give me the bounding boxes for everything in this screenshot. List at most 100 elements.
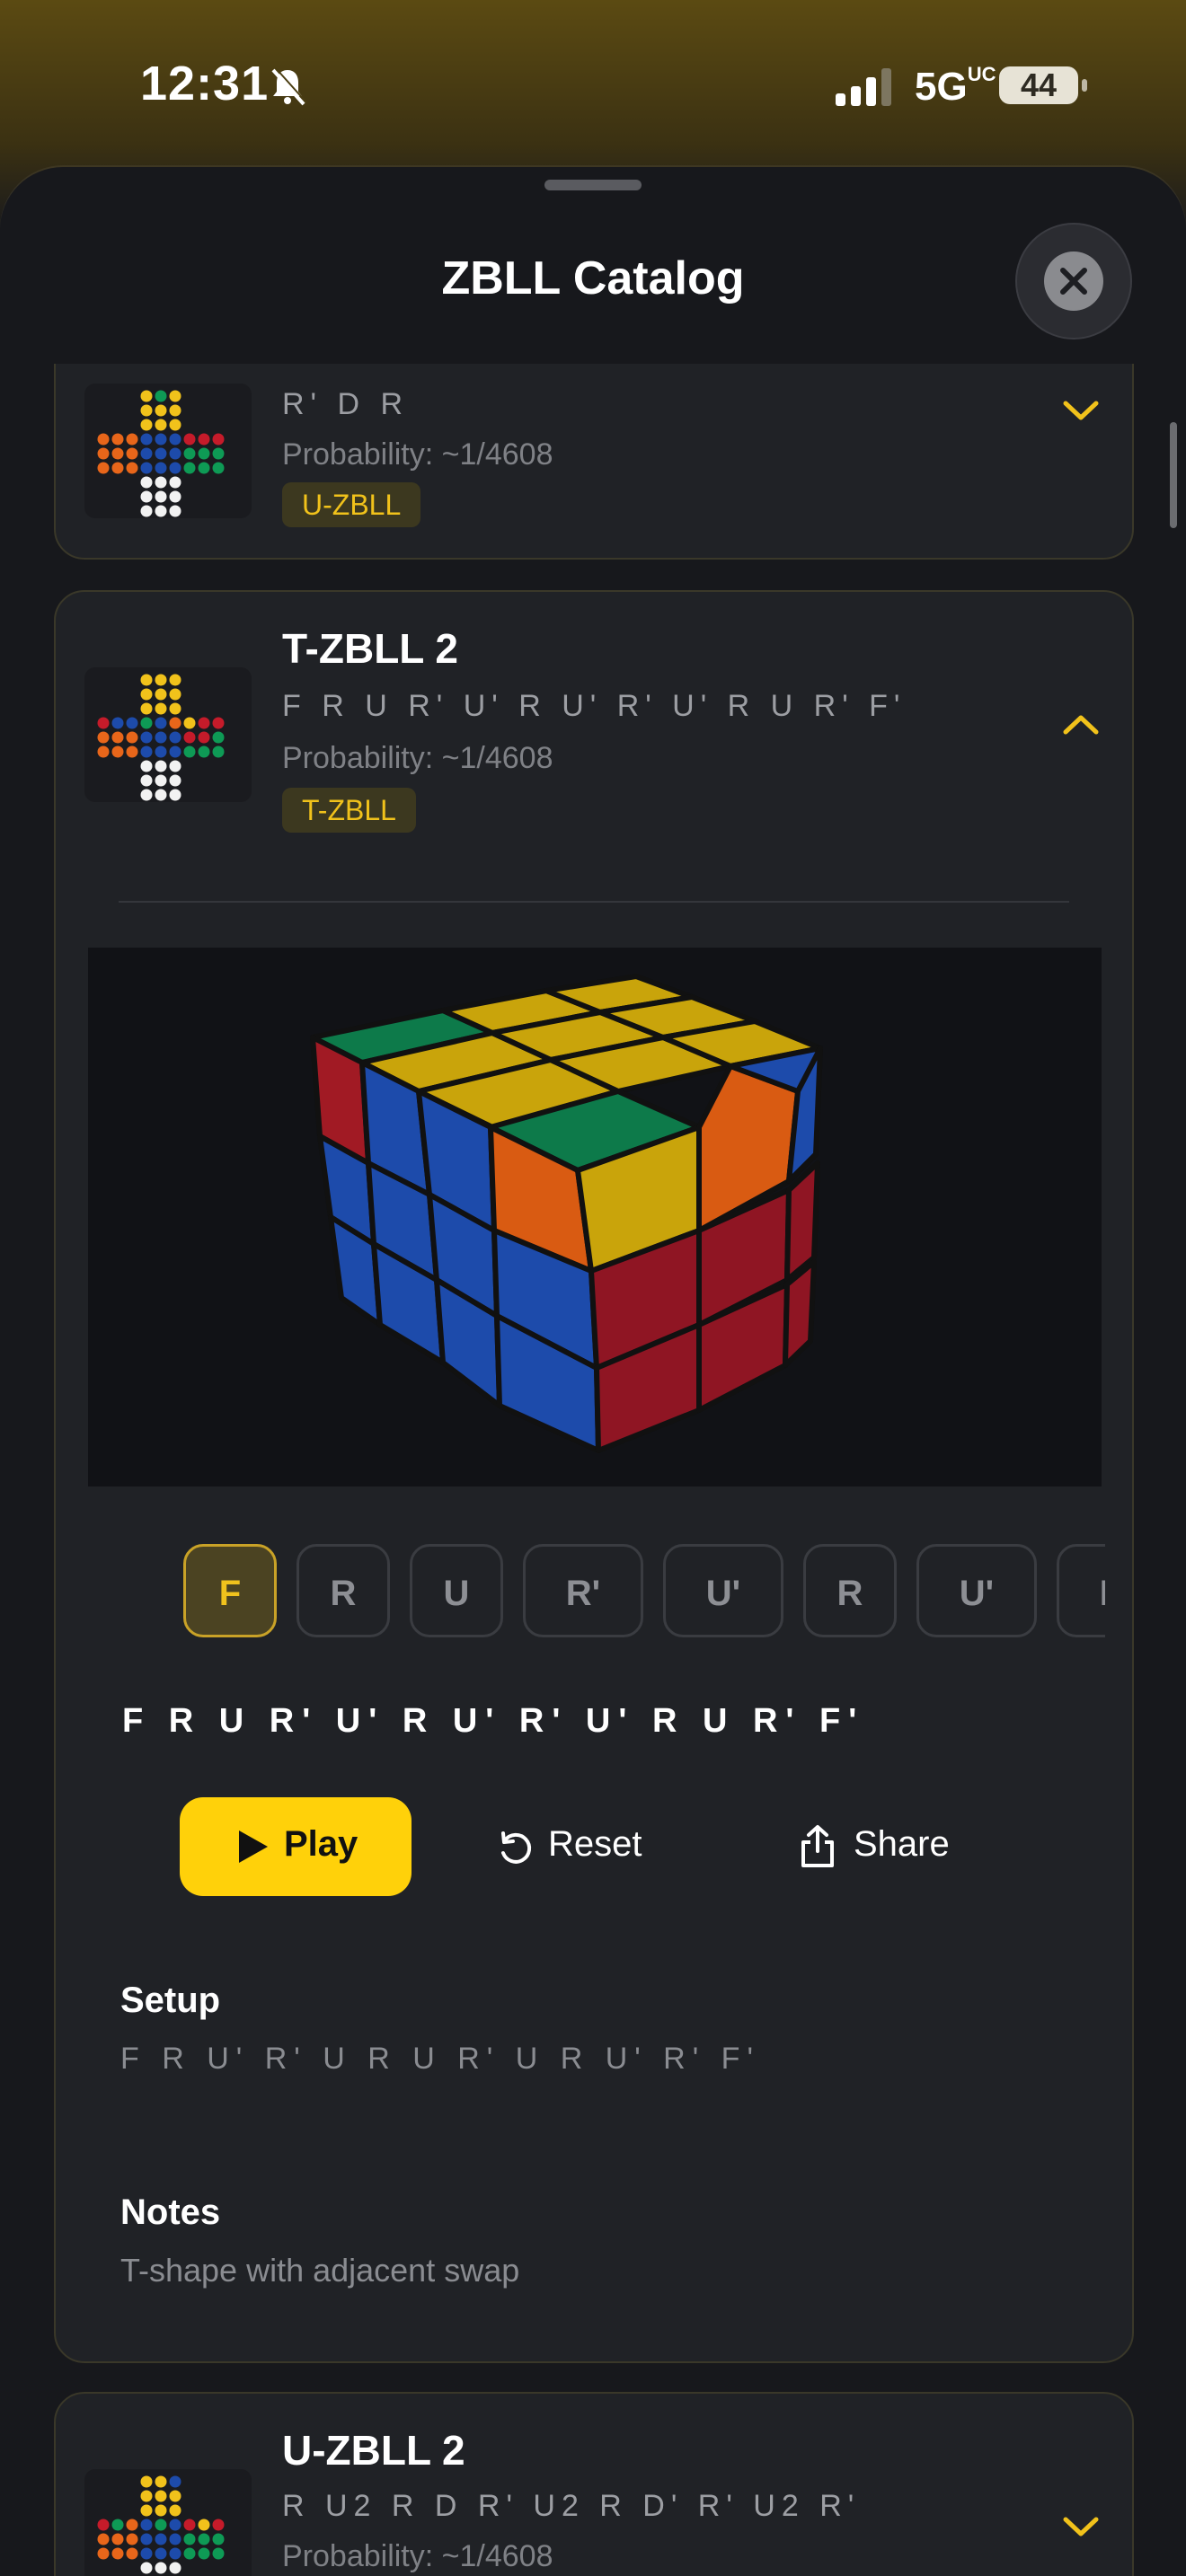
net-sticker [155, 674, 167, 686]
net-sticker [212, 717, 225, 729]
scrollbar[interactable] [1170, 422, 1177, 528]
net-sticker [126, 2533, 138, 2545]
net-sticker [97, 717, 110, 729]
net-sticker [169, 2504, 181, 2517]
net-sticker [169, 674, 181, 686]
move-chip[interactable]: U' [916, 1544, 1037, 1637]
net-sticker [169, 2533, 181, 2545]
net-sticker [198, 462, 210, 474]
net-sticker [155, 2533, 167, 2545]
net-sticker [155, 702, 167, 715]
net-sticker [155, 505, 167, 517]
net-sticker [140, 462, 153, 474]
net-sticker [111, 462, 124, 474]
net-sticker [169, 505, 181, 517]
net-sticker [155, 745, 167, 758]
case-card-t-zbll-2[interactable]: T-ZBLL 2 F R U R' U' R U' R' U' R U R' F… [54, 590, 1134, 2363]
net-sticker [140, 2562, 153, 2574]
play-label: Play [284, 1824, 358, 1864]
net-sticker [198, 433, 210, 446]
net-sticker [111, 717, 124, 729]
chevron-up-icon[interactable] [1058, 710, 1103, 737]
net-sticker [155, 390, 167, 402]
setup-algorithm: F R U' R' U R U R' U R U' R' F' [120, 2042, 760, 2076]
net-sticker [126, 745, 138, 758]
share-button[interactable]: Share [798, 1797, 978, 1896]
chevron-down-icon[interactable] [1058, 398, 1103, 425]
net-sticker [212, 2533, 225, 2545]
chevron-down-icon[interactable] [1058, 2514, 1103, 2541]
move-chip[interactable]: F [183, 1544, 277, 1637]
case-tag: T-ZBLL [282, 788, 416, 833]
case-card-u-zbll-2[interactable]: U-ZBLL 2 R U2 R D R' U2 R D' R' U2 R' Pr… [54, 2392, 1134, 2576]
net-sticker [183, 745, 196, 758]
net-sticker [212, 2519, 225, 2531]
move-chip[interactable]: R' [523, 1544, 643, 1637]
net-sticker [169, 760, 181, 772]
case-card-u-zbll-1[interactable]: R' D R Probability: ~1/4608 U-ZBLL [54, 364, 1134, 560]
move-chip[interactable]: U' [663, 1544, 783, 1637]
share-icon [801, 1825, 834, 1867]
net-sticker [169, 717, 181, 729]
net-sticker [198, 2533, 210, 2545]
move-chip[interactable]: U [410, 1544, 503, 1637]
case-probability: Probability: ~1/4608 [282, 2539, 553, 2573]
sheet-grabber[interactable] [544, 180, 642, 190]
net-sticker [155, 2504, 167, 2517]
net-sticker [97, 2533, 110, 2545]
net-sticker [155, 2519, 167, 2531]
setup-heading: Setup [120, 1981, 221, 2020]
net-sticker [155, 476, 167, 489]
net-sticker [212, 2547, 225, 2560]
net-sticker [140, 745, 153, 758]
net-sticker [169, 688, 181, 701]
net-sticker [155, 760, 167, 772]
move-chip[interactable]: R [296, 1544, 390, 1637]
move-strip[interactable]: FRUR'U'RU'R' [124, 1544, 1105, 1641]
net-sticker [183, 462, 196, 474]
net-sticker [97, 462, 110, 474]
net-sticker [111, 731, 124, 744]
net-sticker [169, 774, 181, 787]
net-sticker [212, 433, 225, 446]
sheet-title: ZBLL Catalog [441, 252, 745, 304]
net-sticker [169, 2519, 181, 2531]
net-sticker [169, 2562, 181, 2574]
net-sticker [169, 2547, 181, 2560]
net-sticker [155, 419, 167, 431]
net-sticker [140, 760, 153, 772]
net-sticker [155, 433, 167, 446]
net-sticker [140, 2533, 153, 2545]
cube-3d-viewer[interactable] [88, 948, 1102, 1486]
net-sticker [198, 731, 210, 744]
net-sticker [97, 433, 110, 446]
notes-heading: Notes [120, 2192, 221, 2232]
close-button[interactable] [1015, 223, 1132, 340]
net-sticker [126, 2547, 138, 2560]
case-algorithm: R' D R [282, 387, 410, 421]
play-button[interactable]: Play [180, 1797, 412, 1896]
net-sticker [155, 731, 167, 744]
net-sticker [169, 447, 181, 460]
net-sticker [126, 2519, 138, 2531]
net-sticker [140, 717, 153, 729]
net-sticker [169, 490, 181, 503]
net-sticker [140, 702, 153, 715]
case-list[interactable]: R' D R Probability: ~1/4608 U-ZBLL T-ZBL… [0, 364, 1186, 2576]
net-sticker [111, 2533, 124, 2545]
net-sticker [140, 490, 153, 503]
net-sticker [155, 490, 167, 503]
net-sticker [140, 476, 153, 489]
net-sticker [169, 702, 181, 715]
net-sticker [126, 731, 138, 744]
move-chip[interactable]: R' [1057, 1544, 1105, 1637]
move-chip[interactable]: R [803, 1544, 897, 1637]
net-sticker [97, 2519, 110, 2531]
signal-icon [836, 68, 891, 106]
net-sticker [169, 390, 181, 402]
net-sticker [111, 447, 124, 460]
case-algorithm: F R U R' U' R U' R' U' R U R' F' [282, 689, 907, 723]
reset-button[interactable]: Reset [496, 1797, 676, 1896]
net-sticker [97, 745, 110, 758]
net-sticker [97, 447, 110, 460]
